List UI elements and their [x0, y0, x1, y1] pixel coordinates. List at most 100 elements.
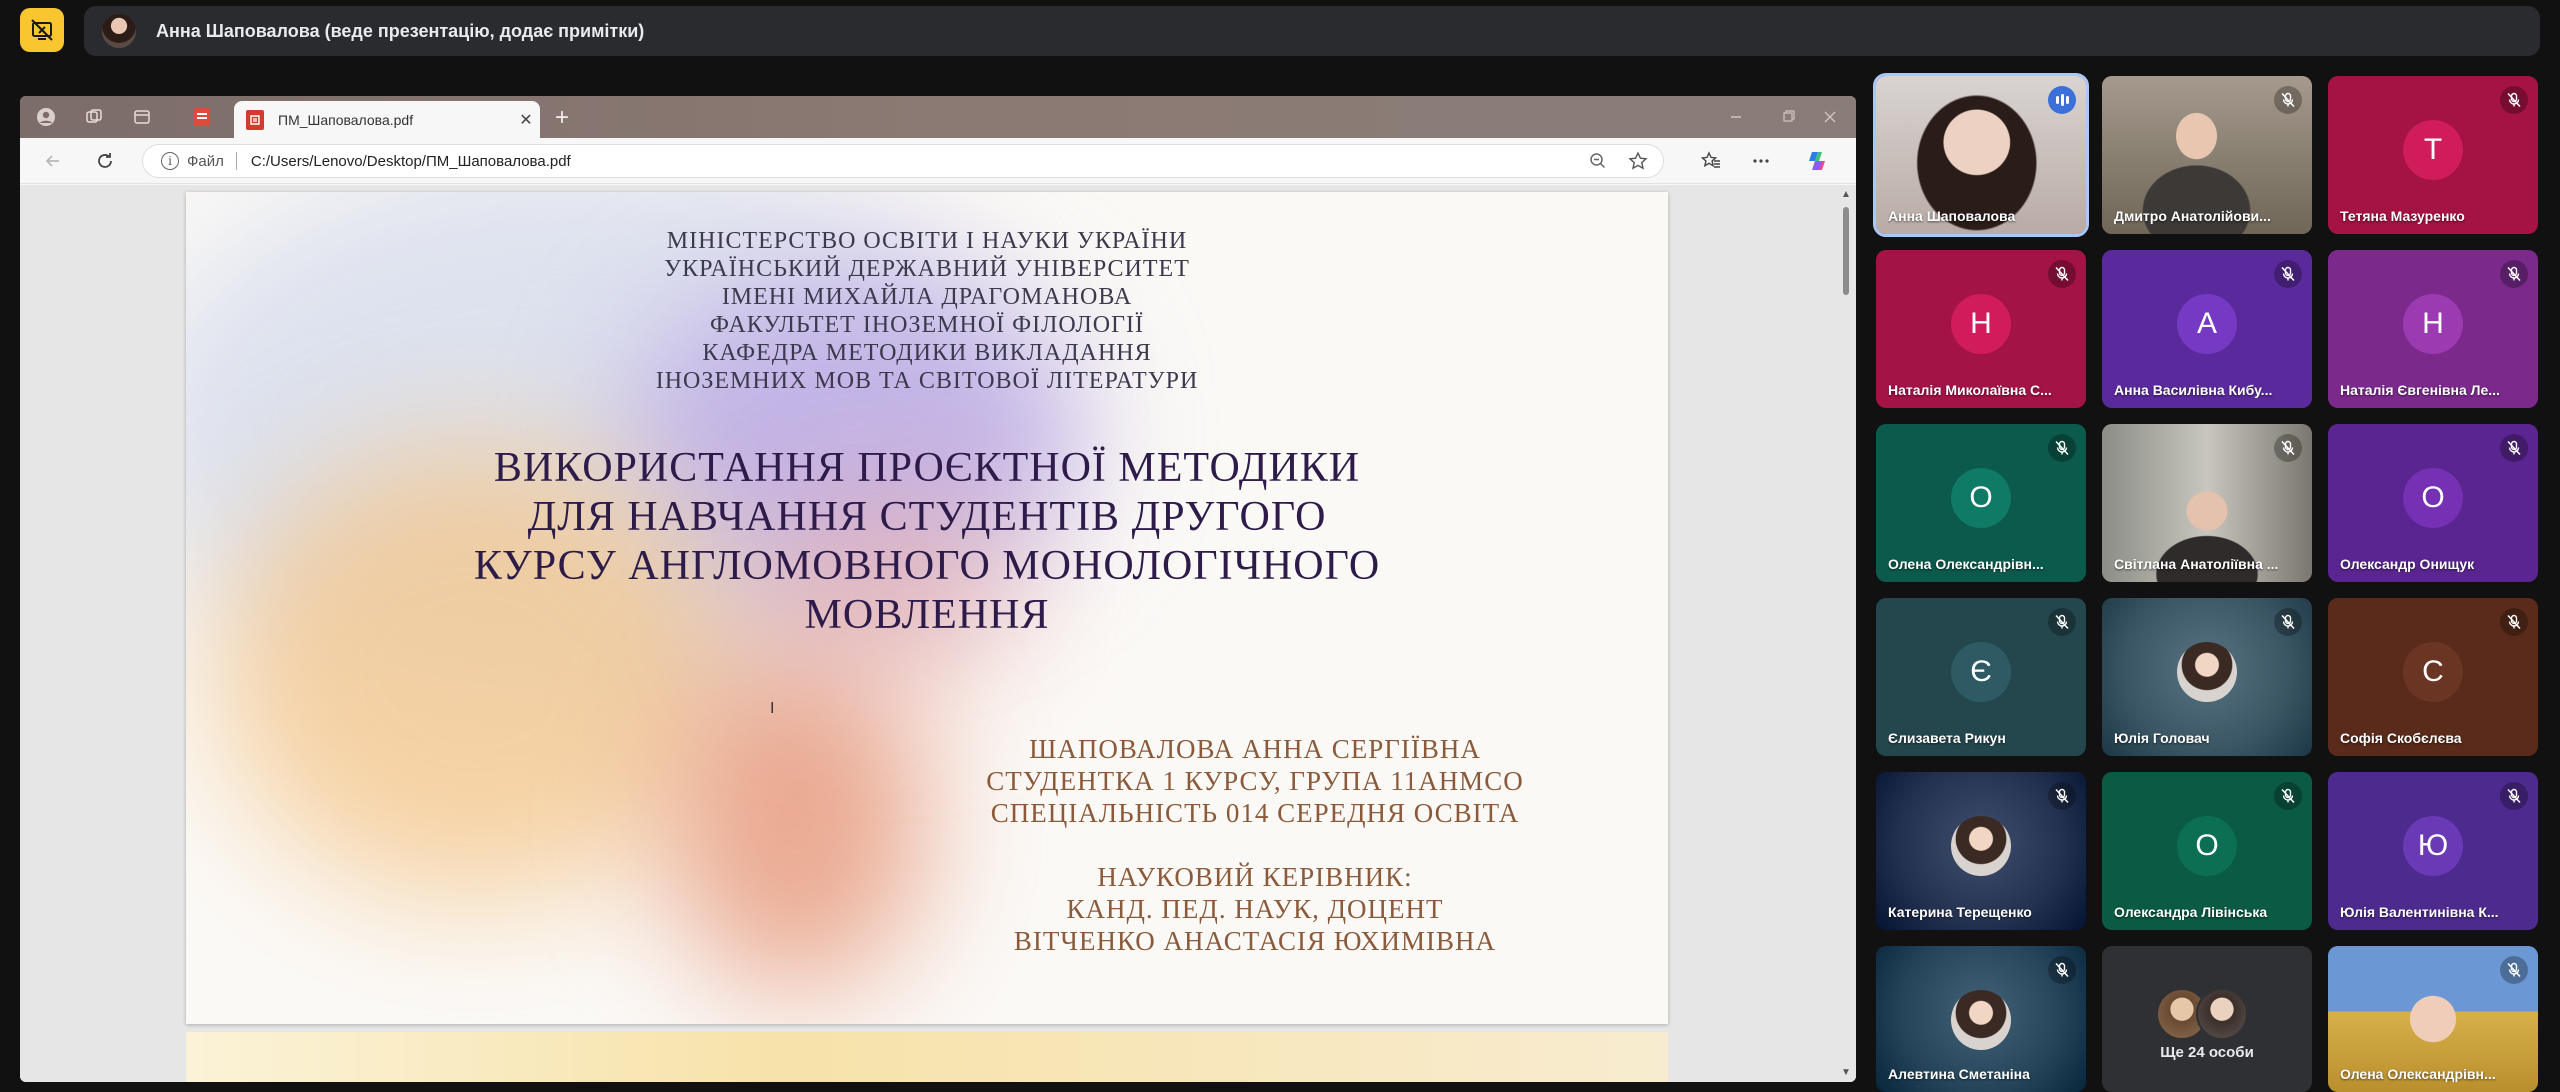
participant-name: Анна Шаповалова — [1888, 208, 2016, 224]
mic-off-icon — [2274, 782, 2302, 810]
tab-strip: ПМ_Шаповалова.pdf ✕ + — [20, 96, 1856, 138]
participant-initial-avatar: А — [2177, 294, 2237, 354]
participant-name: Наталія Євгенівна Ле... — [2340, 382, 2500, 398]
slide-title-line: КУРСУ АНГЛОМОВНОГО МОНОЛОГІЧНОГО — [473, 543, 1381, 589]
participant-tile[interactable]: Н Наталія Євгенівна Ле... — [2328, 250, 2538, 408]
text-cursor-icon: I — [770, 700, 775, 717]
participant-name: Анна Василівна Кибу... — [2114, 382, 2273, 398]
participant-name: Наталія Миколаївна С... — [1888, 382, 2052, 398]
participant-tile[interactable]: Ю Юлія Валентинівна К... — [2328, 772, 2538, 930]
more-participants-label: Ще 24 особи — [2160, 1044, 2254, 1061]
participant-photo-avatar — [1951, 816, 2011, 876]
more-menu-button[interactable] — [1746, 146, 1776, 176]
copilot-icon — [1809, 152, 1825, 170]
supervisor-line: КАНД. ПЕД. НАУК, ДОЦЕНТ — [1066, 894, 1444, 924]
copilot-button[interactable] — [1802, 146, 1832, 176]
slide-title-line: ДЛЯ НАВЧАННЯ СТУДЕНТІВ ДРУГОГО — [527, 494, 1327, 540]
pdf-next-page — [186, 1032, 1668, 1082]
participant-initial-avatar: Н — [2403, 294, 2463, 354]
participant-photo-avatar — [1951, 990, 2011, 1050]
participant-tile[interactable]: Т Тетяна Мазуренко — [2328, 76, 2538, 234]
participant-tile[interactable]: С Софія Скобєлєва — [2328, 598, 2538, 756]
stop-presenting-button[interactable] — [20, 8, 64, 52]
presenter-status-text: Анна Шаповалова (веде презентацію, додає… — [156, 20, 645, 41]
url-text[interactable]: C:/Users/Lenovo/Desktop/ПМ_Шаповалова.pd… — [251, 153, 1583, 170]
profile-icon[interactable] — [34, 106, 58, 128]
mic-off-icon — [2048, 608, 2076, 636]
supervisor-line: НАУКОВИЙ КЕРІВНИК: — [1097, 862, 1413, 892]
zoom-out-icon — [1590, 153, 1606, 169]
participant-name: Олена Олександрівн... — [2340, 1066, 2496, 1082]
participant-name: Олександра Лівінська — [2114, 904, 2268, 920]
institution-line: ФАКУЛЬТЕТ ІНОЗЕМНОЇ ФІЛОЛОГІЇ — [710, 312, 1144, 338]
slide-title-line: МОВЛЕННЯ — [804, 592, 1050, 638]
more-participants-tile[interactable]: Ще 24 особи — [2102, 946, 2312, 1092]
institution-line: ІМЕНІ МИХАЙЛА ДРАГОМАНОВА — [721, 284, 1133, 310]
participant-tile[interactable]: Анна Шаповалова — [1873, 73, 2089, 237]
workspaces-icon[interactable] — [82, 106, 106, 128]
presenter-bar: Анна Шаповалова (веде презентацію, додає… — [0, 0, 2560, 62]
favorites-button[interactable] — [1696, 146, 1726, 176]
mic-off-icon — [2048, 260, 2076, 288]
mic-off-icon — [2500, 86, 2528, 114]
tab-close-button[interactable]: ✕ — [512, 110, 540, 130]
window-close-button[interactable] — [1814, 104, 1846, 130]
pdf-page: МІНІСТЕРСТВО ОСВІТИ І НАУКИ УКРАЇНИ УКРА… — [186, 192, 1668, 1024]
browser-toolbar: i Файл C:/Users/Lenovo/Desktop/ПМ_Шапова… — [20, 138, 1856, 184]
more-dots-icon — [1753, 159, 1769, 163]
slide-text: МІНІСТЕРСТВО ОСВІТИ І НАУКИ УКРАЇНИ УКРА… — [186, 192, 1668, 1024]
info-icon[interactable]: i — [161, 152, 179, 170]
favorites-star-icon — [1701, 151, 1720, 168]
presenter-info-pill: Анна Шаповалова (веде презентацію, додає… — [84, 6, 2540, 56]
pdf-scrollbar[interactable]: ▲ ▼ — [1838, 185, 1854, 1082]
participant-tile[interactable]: О Олександра Лівінська — [2102, 772, 2312, 930]
new-tab-button[interactable]: + — [546, 102, 578, 134]
author-line: СТУДЕНТКА 1 КУРСУ, ГРУПА 11АНМСО — [986, 766, 1524, 796]
participant-tile[interactable]: А Анна Василівна Кибу... — [2102, 250, 2312, 408]
mic-off-icon — [2274, 608, 2302, 636]
participant-initial-avatar: С — [2403, 642, 2463, 702]
participant-tile[interactable]: Алевтина Сметаніна — [1876, 946, 2086, 1092]
zoom-out-button[interactable] — [1583, 146, 1613, 176]
participant-name: Тетяна Мазуренко — [2340, 208, 2465, 224]
participant-tile[interactable]: Світлана Анатоліївна ... — [2102, 424, 2312, 582]
pinned-pdf-tab-icon[interactable] — [190, 106, 214, 128]
scroll-thumb[interactable] — [1843, 207, 1849, 295]
stacked-avatars — [2156, 988, 2260, 1040]
address-bar[interactable]: i Файл C:/Users/Lenovo/Desktop/ПМ_Шапова… — [142, 144, 1664, 178]
scroll-up-icon[interactable]: ▲ — [1841, 189, 1851, 200]
participant-initial-avatar: Є — [1951, 642, 2011, 702]
mic-off-icon — [2274, 86, 2302, 114]
favorite-button[interactable] — [1623, 146, 1653, 176]
mic-off-icon — [2500, 260, 2528, 288]
tab-pdf[interactable]: ПМ_Шаповалова.pdf ✕ — [234, 101, 540, 138]
minimize-button[interactable] — [1720, 104, 1752, 130]
participant-name: Юлія Валентинівна К... — [2340, 904, 2499, 920]
mic-off-icon — [2274, 260, 2302, 288]
browser-window: ПМ_Шаповалова.pdf ✕ + i Файл C:/Users/Le… — [20, 96, 1856, 1082]
participant-name: Софія Скобєлєва — [2340, 730, 2462, 746]
mic-off-icon — [2500, 782, 2528, 810]
back-button[interactable] — [38, 146, 68, 176]
participant-tile[interactable]: О Олександр Онищук — [2328, 424, 2538, 582]
refresh-button[interactable] — [90, 146, 120, 176]
maximize-button[interactable] — [1772, 104, 1804, 130]
participant-name: Олександр Онищук — [2340, 556, 2475, 572]
participant-tile[interactable]: Юлія Головач — [2102, 598, 2312, 756]
address-separator — [235, 152, 237, 170]
participant-tile[interactable]: Дмитро Анатолійови... — [2102, 76, 2312, 234]
pdf-viewport[interactable]: МІНІСТЕРСТВО ОСВІТИ І НАУКИ УКРАЇНИ УКРА… — [20, 185, 1856, 1082]
participant-tile[interactable]: Олена Олександрівн... — [2328, 946, 2538, 1092]
scheme-label: Файл — [187, 152, 224, 170]
mic-off-icon — [2048, 782, 2076, 810]
tab-actions-icon[interactable] — [130, 106, 154, 128]
participant-initial-avatar: Ю — [2403, 816, 2463, 876]
participant-tile[interactable]: О Олена Олександрівн... — [1876, 424, 2086, 582]
participant-tile[interactable]: Є Єлизавета Рикун — [1876, 598, 2086, 756]
participant-name: Єлизавета Рикун — [1888, 730, 2006, 746]
participant-tile[interactable]: Н Наталія Миколаївна С... — [1876, 250, 2086, 408]
scroll-down-icon[interactable]: ▼ — [1841, 1067, 1851, 1078]
institution-line: УКРАЇНСЬКИЙ ДЕРЖАВНИЙ УНІВЕРСИТЕТ — [664, 256, 1190, 282]
participant-tile[interactable]: Катерина Терещенко — [1876, 772, 2086, 930]
institution-line: КАФЕДРА МЕТОДИКИ ВИКЛАДАННЯ — [702, 340, 1152, 366]
